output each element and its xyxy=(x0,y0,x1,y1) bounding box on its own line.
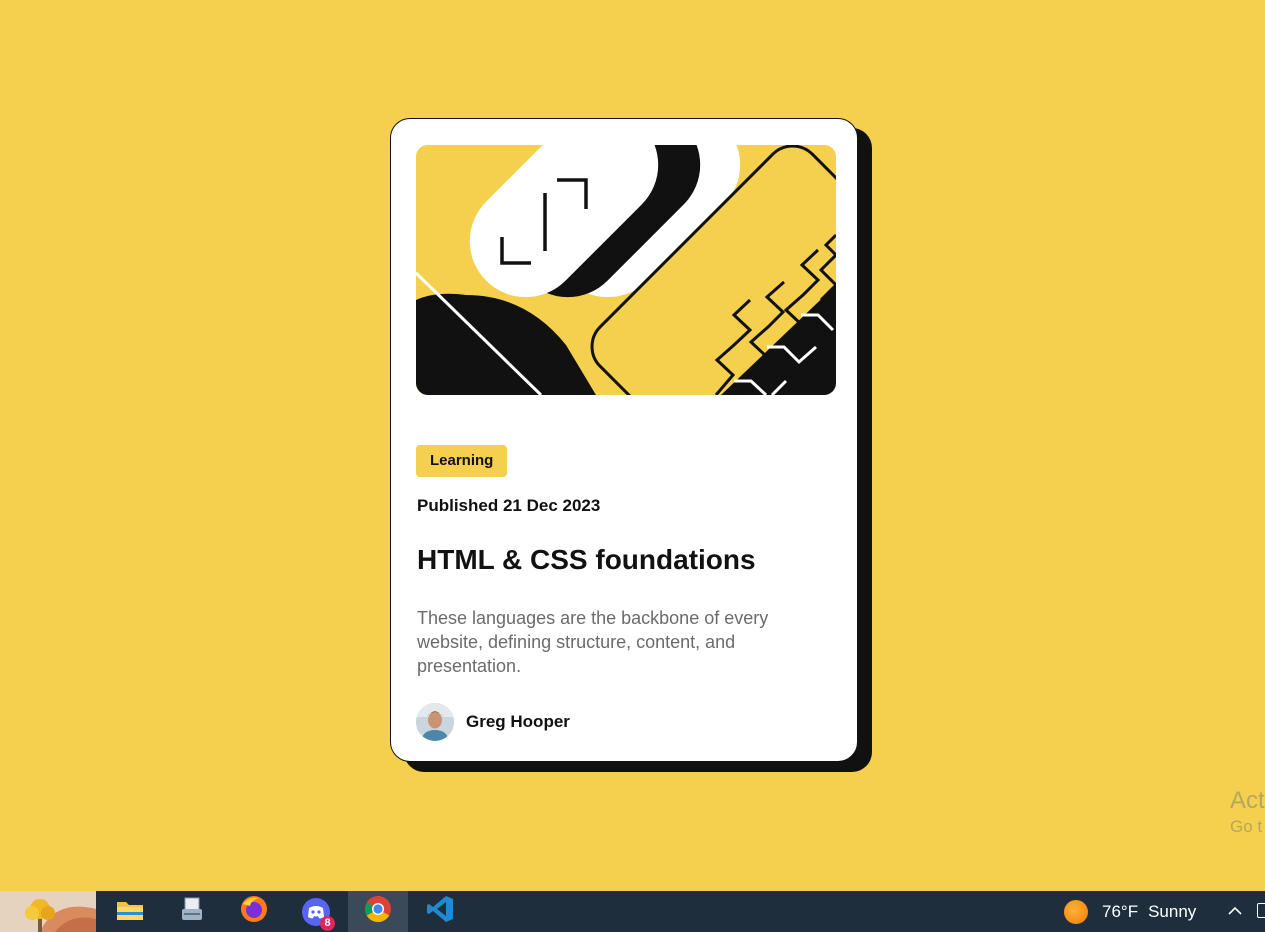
watermark-line-1: Act xyxy=(1230,787,1265,814)
discord-badge: 8 xyxy=(320,915,335,931)
firefox-icon xyxy=(239,894,269,929)
card-description: These languages are the backbone of ever… xyxy=(417,608,769,676)
category-tag: Learning xyxy=(416,445,508,477)
start-button[interactable] xyxy=(0,891,96,932)
taskbar-firefox[interactable] xyxy=(224,891,284,932)
weather-condition: Sunny xyxy=(1148,901,1197,921)
watermark-line-2: Go t xyxy=(1230,817,1263,836)
author-avatar xyxy=(416,703,454,741)
published-date: Published 21 Dec 2023 xyxy=(417,496,601,515)
taskbar-vscode[interactable] xyxy=(410,891,470,932)
blog-card: Learning Published 21 Dec 2023 HTML & CS… xyxy=(390,118,858,762)
scanner-icon xyxy=(178,895,206,928)
vscode-icon xyxy=(425,894,455,929)
sun-icon xyxy=(1064,899,1088,924)
tray-icon[interactable] xyxy=(1257,903,1265,918)
weather-temperature: 76°F xyxy=(1102,901,1139,921)
weather-widget[interactable]: 76°F Sunny xyxy=(1064,891,1196,932)
activation-watermark: Act Go t xyxy=(1230,786,1265,838)
card-illustration xyxy=(416,145,836,395)
illustration-svg xyxy=(416,145,836,395)
taskbar-file-explorer[interactable] xyxy=(100,891,160,932)
taskbar-scanner[interactable] xyxy=(162,891,222,932)
taskbar: 8 76°F Sunny xyxy=(0,891,1265,932)
folder-icon xyxy=(115,896,145,927)
chrome-icon xyxy=(363,894,393,929)
author: Greg Hooper xyxy=(416,703,570,741)
author-name: Greg Hooper xyxy=(466,712,570,731)
chevron-up-icon[interactable] xyxy=(1226,902,1244,925)
card-title[interactable]: HTML & CSS foundations xyxy=(417,544,756,576)
discord-icon: 8 xyxy=(301,897,335,931)
taskbar-chrome[interactable] xyxy=(348,891,408,932)
taskbar-discord[interactable]: 8 xyxy=(286,891,346,932)
